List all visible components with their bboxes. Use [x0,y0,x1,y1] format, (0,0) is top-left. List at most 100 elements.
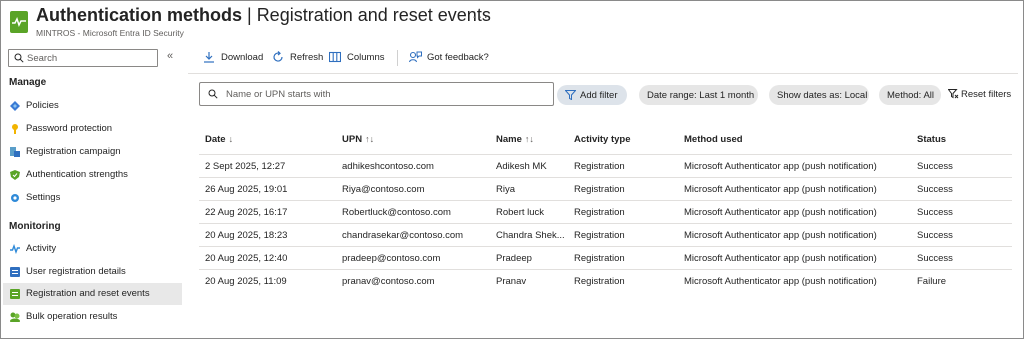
gear-icon [11,194,19,202]
table-row[interactable]: 26 Aug 2025, 19:01 Riya@contoso.com Riya… [199,177,1012,200]
command-bar: Download Refresh Columns Got feedback? [190,48,1020,68]
cell-date: 20 Aug 2025, 11:09 [205,276,287,287]
search-icon [14,53,24,63]
toolbar-separator [188,73,1018,74]
sidebar-item-label: Registration campaign [26,146,121,157]
sidebar-item-label: Policies [26,100,59,111]
sidebar-search-input[interactable]: Search [8,49,158,67]
sidebar-item-label: Bulk operation results [26,311,118,322]
key-icon [12,124,18,134]
cell-name: Adikesh MK [496,161,547,172]
clear-filter-icon [948,89,959,99]
sidebar-item-password-protection[interactable]: Password protection [3,118,182,140]
cell-method-used: Microsoft Authenticator app (push notifi… [684,161,877,172]
show-dates-filter[interactable]: Show dates as: Local [769,85,869,105]
search-icon [208,89,218,99]
title-main: Authentication methods [36,5,242,25]
cell-date: 22 Aug 2025, 16:17 [205,207,288,218]
activity-icon [10,244,20,254]
refresh-label: Refresh [290,52,324,63]
column-header-name[interactable]: Name ↑↓ [496,134,534,145]
sidebar-item-settings[interactable]: Settings [3,187,182,209]
download-icon [204,52,214,63]
cell-date: 20 Aug 2025, 18:23 [205,230,288,241]
sidebar-item-policies[interactable]: Policies [3,95,182,117]
column-label: Status [917,134,947,145]
cell-method-used: Microsoft Authenticator app (push notifi… [684,207,877,218]
download-label: Download [221,52,264,63]
cell-activity-type: Registration [574,230,625,241]
cell-date: 20 Aug 2025, 12:40 [205,253,288,264]
date-range-filter[interactable]: Date range: Last 1 month [639,85,758,105]
campaign-icon [10,147,20,157]
sidebar-item-registration-and-reset-events[interactable]: Registration and reset events [3,283,182,305]
column-header-upn[interactable]: UPN ↑↓ [342,134,374,145]
cell-name: Riya [496,184,516,195]
sort-icon: ↑↓ [365,134,375,144]
cell-status: Failure [917,276,947,287]
column-header-date[interactable]: Date ↓ [205,134,233,145]
cell-method-used: Microsoft Authenticator app (push notifi… [684,184,877,195]
sidebar-item-bulk-operation-results[interactable]: Bulk operation results [3,306,182,328]
cell-upn: adhikeshcontoso.com [342,161,434,172]
method-filter[interactable]: Method: All [879,85,941,105]
sidebar-item-authentication-strengths[interactable]: Authentication strengths [3,164,182,186]
user-details-icon [10,267,20,277]
sidebar-item-label: Authentication strengths [26,169,128,180]
sidebar-item-label: User registration details [26,266,126,277]
sidebar-search-placeholder: Search [27,53,58,64]
table-row[interactable]: 22 Aug 2025, 16:17 Robertluck@contoso.co… [199,200,1012,223]
sidebar-item-label: Registration and reset events [26,288,150,299]
column-label: Date [205,134,226,145]
method-label: Method: All [887,90,934,101]
page-subtitle: MINTROS - Microsoft Entra ID Security [36,28,184,38]
column-label: Method used [684,134,743,145]
table-row[interactable]: 20 Aug 2025, 18:23 chandrasekar@contoso.… [199,223,1012,246]
cell-status: Success [917,184,953,195]
cell-date: 26 Aug 2025, 19:01 [205,184,288,195]
sort-icon: ↑↓ [524,134,534,144]
collapse-sidebar-button[interactable]: « [167,50,173,62]
table-row[interactable]: 20 Aug 2025, 11:09 pranav@contoso.com Pr… [199,269,1012,292]
cell-status: Success [917,161,953,172]
feedback-icon [409,51,422,63]
sidebar-item-label: Settings [26,192,61,203]
add-filter-button[interactable]: Add filter [557,85,627,105]
more-options-button[interactable]: ··· [472,8,489,24]
cell-activity-type: Registration [574,207,625,218]
sidebar-item-label: Password protection [26,123,113,134]
sort-descending-icon: ↓ [228,134,234,144]
sidebar-item-activity[interactable]: Activity [3,238,182,260]
reset-filters-label: Reset filters [961,89,1012,100]
cell-status: Success [917,230,953,241]
title-page: Registration and reset events [256,5,491,25]
authentication-methods-icon [10,11,28,33]
search-placeholder: Name or UPN starts with [226,89,331,100]
sidebar: Search « Manage Policies Password protec… [0,44,184,334]
cell-name: Pranav [496,276,527,287]
table-row[interactable]: 2 Sept 2025, 12:27 adhikeshcontoso.com A… [199,154,1012,177]
cell-upn: Robertluck@contoso.com [342,207,451,218]
cell-upn: Riya@contoso.com [342,184,425,195]
title-separator: | [242,5,257,25]
name-upn-search-input[interactable]: Name or UPN starts with [199,82,554,106]
sidebar-item-label: Activity [26,243,57,254]
cell-activity-type: Registration [574,253,625,264]
bulk-icon [10,312,20,322]
column-header-method-used: Method used [684,134,743,145]
cell-method-used: Microsoft Authenticator app (push notifi… [684,253,877,264]
page-title: Authentication methods | Registration an… [36,5,491,26]
feedback-label: Got feedback? [427,52,489,63]
events-icon [10,289,20,299]
cell-activity-type: Registration [574,161,625,172]
date-range-label: Date range: Last 1 month [647,90,755,101]
sidebar-item-registration-campaign[interactable]: Registration campaign [3,141,182,163]
sidebar-item-user-registration-details[interactable]: User registration details [3,261,182,283]
cell-name: Pradeep [496,253,532,264]
table-row[interactable]: 20 Aug 2025, 12:40 pradeep@contoso.com P… [199,246,1012,269]
show-dates-label: Show dates as: Local [777,90,868,101]
cell-upn: pranav@contoso.com [342,276,435,287]
column-label: Activity type [574,134,631,145]
column-header-status: Status [917,134,946,145]
cell-status: Success [917,253,953,264]
